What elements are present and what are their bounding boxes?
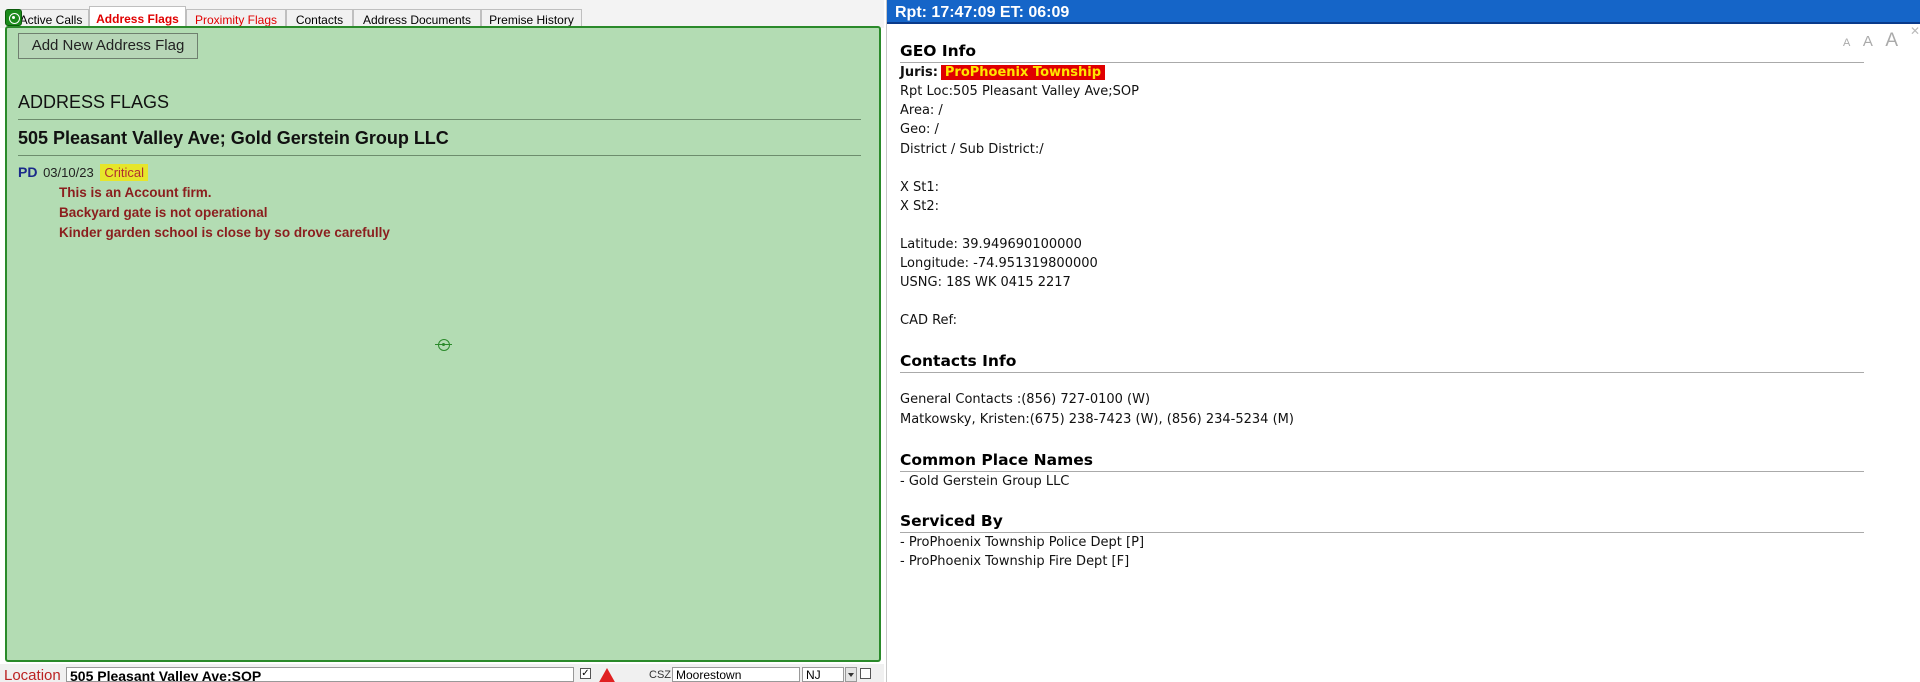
location-label: Location: [4, 667, 61, 682]
contact-line: General Contacts :(856) 727-0100 (W): [900, 392, 1151, 407]
geo-info-heading: GEO Info: [900, 42, 977, 60]
latitude: Latitude: 39.949690100000: [900, 237, 1082, 252]
cross-street-2: X St2:: [900, 199, 940, 214]
juris-value: ProPhoenix Township: [940, 65, 1106, 80]
font-medium-button[interactable]: A: [1863, 33, 1873, 50]
common-place-name: - Gold Gerstein Group LLC: [900, 474, 1070, 489]
district: District / Sub District:/: [900, 142, 1044, 157]
common-place-names-heading: Common Place Names: [900, 451, 1093, 469]
flag-date: 03/10/23: [43, 165, 94, 180]
chevron-down-icon[interactable]: [845, 667, 857, 682]
city-input[interactable]: Moorestown: [672, 667, 800, 682]
area: Area: /: [900, 103, 943, 118]
address-flags-panel: Add New Address Flag ADDRESS FLAGS 505 P…: [5, 26, 881, 662]
tab-strip: Active Calls Address Flags Proximity Fla…: [0, 0, 884, 29]
flag-note: This is an Account firm.: [59, 185, 212, 200]
longitude: Longitude: -74.951319800000: [900, 256, 1098, 271]
warning-icon[interactable]: [598, 668, 616, 682]
locate-icon[interactable]: [435, 339, 452, 351]
divider: [900, 532, 1864, 533]
divider: [900, 471, 1864, 472]
rpt-loc: Rpt Loc:505 Pleasant Valley Ave;SOP: [900, 84, 1140, 99]
divider: [900, 62, 1864, 63]
divider: [18, 119, 861, 120]
serviced-by-item: - ProPhoenix Township Police Dept [P]: [900, 535, 1145, 550]
cad-ref: CAD Ref:: [900, 313, 958, 328]
flag-note: Backyard gate is not operational: [59, 205, 268, 220]
font-size-controls: A A A: [1835, 30, 1898, 52]
flag-severity-badge: Critical: [100, 164, 149, 181]
divider: [900, 372, 1864, 373]
geo: Geo: /: [900, 122, 939, 137]
location-verified-checkbox[interactable]: ✓: [580, 668, 591, 679]
divider: [18, 155, 861, 156]
contacts-info-heading: Contacts Info: [900, 352, 1017, 370]
serviced-by-item: - ProPhoenix Township Fire Dept [F]: [900, 554, 1130, 569]
report-header: Rpt: 17:47:09 ET: 06:09: [887, 0, 1920, 24]
font-large-button[interactable]: A: [1885, 30, 1898, 52]
location-input[interactable]: 505 Pleasant Valley Ave;SOP: [66, 667, 574, 682]
contact-line: Matkowsky, Kristen:(675) 238-7423 (W), (…: [900, 412, 1294, 427]
option-checkbox[interactable]: [860, 668, 871, 679]
report-pane: Rpt: 17:47:09 ET: 06:09 ✕ A A A GEO Info…: [886, 0, 1920, 682]
juris-label: Juris:: [900, 65, 938, 80]
font-small-button[interactable]: A: [1843, 37, 1850, 49]
address-title: 505 Pleasant Valley Ave; Gold Gerstein G…: [18, 128, 449, 148]
cross-street-1: X St1:: [900, 180, 940, 195]
flag-note: Kinder garden school is close by so drov…: [59, 225, 390, 240]
address-flags-pane: Active Calls Address Flags Proximity Fla…: [0, 0, 884, 682]
flag-agency: PD: [18, 164, 38, 180]
close-icon[interactable]: ✕: [1910, 24, 1920, 38]
serviced-by-heading: Serviced By: [900, 512, 1003, 530]
flag-entry: PD 03/10/23 Critical: [18, 164, 149, 181]
csz-label: CSZ: [649, 669, 671, 681]
juris-line: Juris: ProPhoenix Township: [900, 65, 1106, 80]
location-bar: Location 505 Pleasant Valley Ave;SOP ✓ C…: [0, 664, 884, 682]
state-select[interactable]: NJ: [802, 667, 844, 682]
add-address-flag-button[interactable]: Add New Address Flag: [18, 33, 198, 59]
section-heading: ADDRESS FLAGS: [18, 92, 170, 112]
app-status-icon[interactable]: [5, 9, 22, 26]
usng: USNG: 18S WK 0415 2217: [900, 275, 1071, 290]
